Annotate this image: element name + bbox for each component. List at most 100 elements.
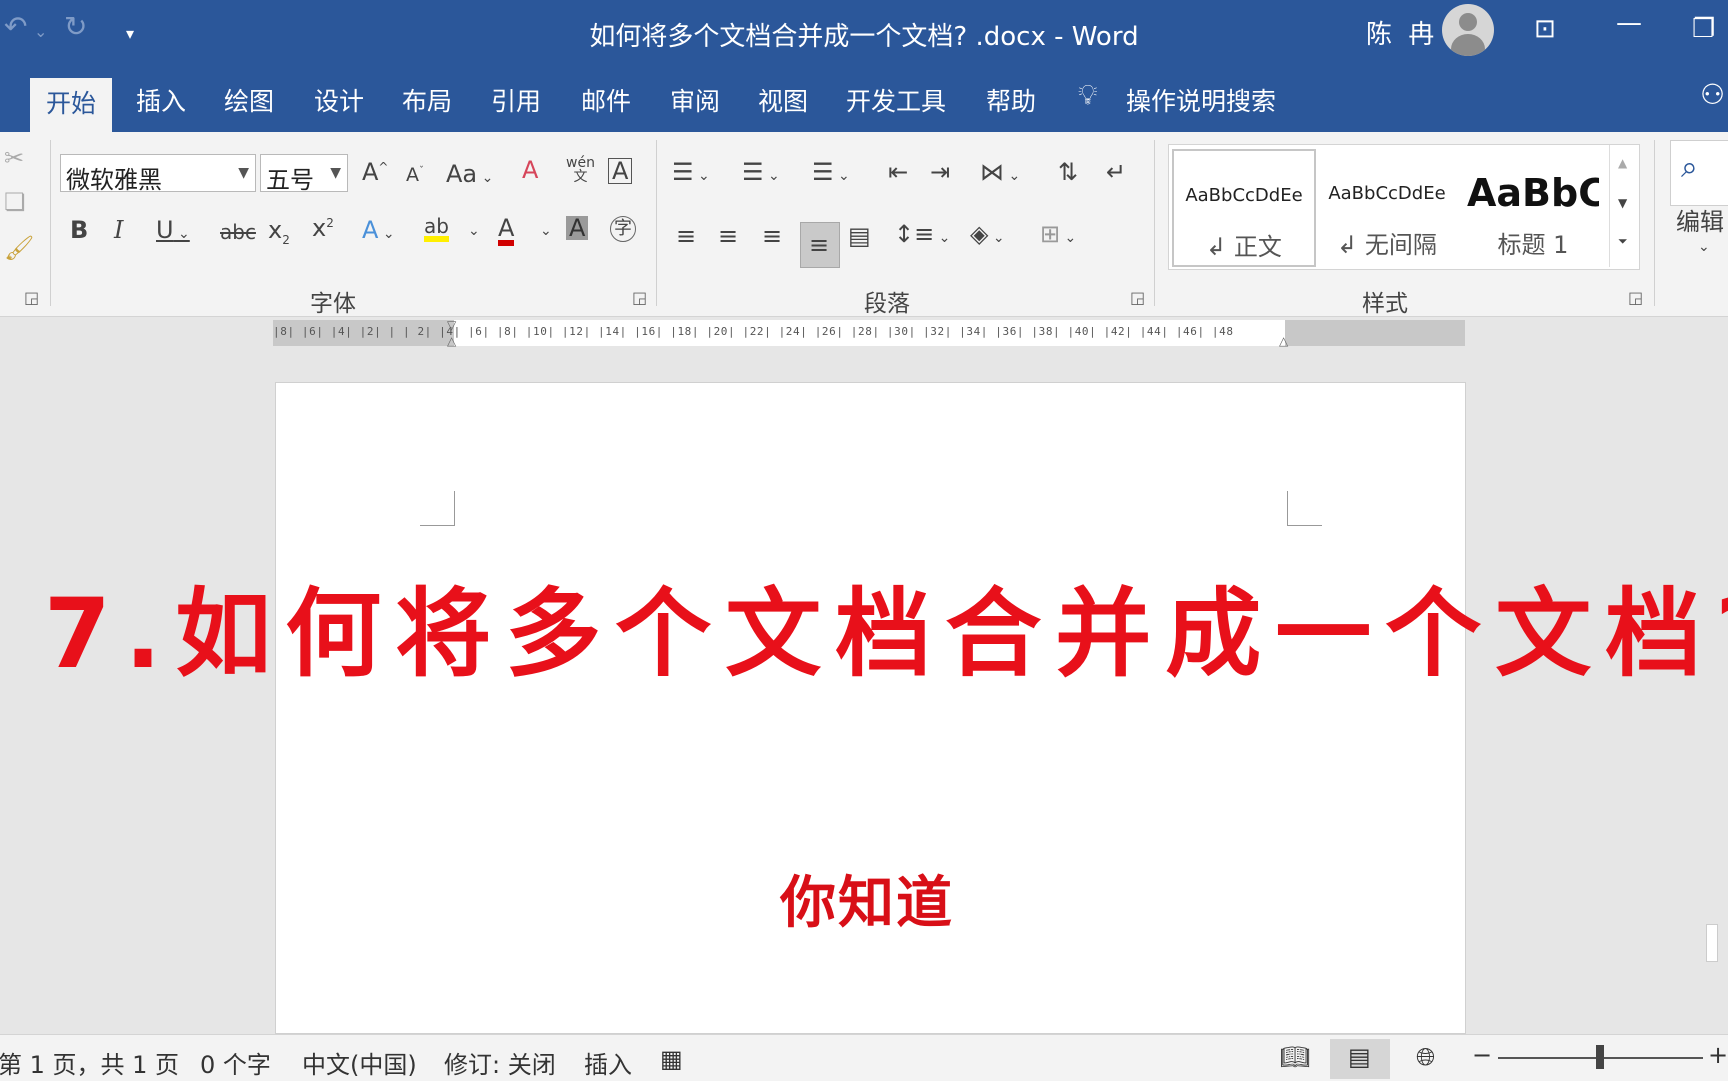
- show-formatting-marks-icon[interactable]: ↵: [1106, 160, 1126, 184]
- lightbulb-icon: 💡︎: [1078, 78, 1098, 111]
- borders-icon[interactable]: ⊞ ⌄: [1040, 222, 1076, 246]
- numbering-icon[interactable]: ☰ ⌄: [742, 160, 780, 184]
- enclose-characters-icon[interactable]: 字: [610, 216, 636, 242]
- font-launcher-icon[interactable]: ◲: [632, 288, 647, 307]
- character-border-icon[interactable]: A: [608, 158, 633, 184]
- style-sample: AaBbC: [1467, 171, 1599, 215]
- language-indicator[interactable]: 中文(中国): [302, 1045, 417, 1080]
- strikethrough-button[interactable]: abc: [220, 222, 256, 242]
- tab-view[interactable]: 视图: [758, 82, 808, 118]
- find-button[interactable]: ⌕: [1670, 140, 1728, 206]
- avatar[interactable]: [1442, 4, 1494, 56]
- align-left-icon[interactable]: ≡: [676, 224, 696, 248]
- horizontal-ruler[interactable]: |8| |6| |4| |2| | | 2| |4| |6| |8| |10| …: [273, 318, 1465, 348]
- gallery-scroll: ▲ ▼ ⏷: [1609, 145, 1638, 267]
- print-layout-button[interactable]: ▤: [1330, 1039, 1390, 1079]
- zoom-out-button[interactable]: −: [1472, 1041, 1492, 1069]
- tab-developer[interactable]: 开发工具: [846, 82, 946, 118]
- tab-home[interactable]: 开始: [30, 78, 113, 134]
- book-icon: 📖︎: [1280, 1043, 1311, 1071]
- chevron-down-icon[interactable]: ⌄: [540, 224, 552, 238]
- text-effects-icon[interactable]: A ⌄: [362, 218, 395, 242]
- editing-label[interactable]: 编辑: [1676, 210, 1724, 234]
- ribbon-display-options-icon[interactable]: ⊡: [1534, 14, 1556, 44]
- justify-icon: ≡: [809, 231, 830, 259]
- insert-mode[interactable]: 插入: [584, 1045, 632, 1080]
- bullets-icon[interactable]: ☰ ⌄: [672, 160, 710, 184]
- bold-button[interactable]: B: [70, 218, 88, 242]
- web-layout-button[interactable]: 🌐︎: [1398, 1039, 1458, 1079]
- shading-icon[interactable]: ◈ ⌄: [970, 222, 1005, 246]
- chinese-layout-icon[interactable]: ⋈ ⌄: [980, 160, 1020, 184]
- style-heading-1[interactable]: AaBbC 标题 1: [1463, 149, 1599, 263]
- subscript-button[interactable]: x2: [268, 218, 290, 246]
- font-size-value: 五号: [266, 166, 314, 194]
- line-spacing-icon[interactable]: ↕≡ ⌄: [894, 222, 950, 246]
- decrease-indent-icon[interactable]: ⇤: [888, 160, 908, 184]
- underline-button[interactable]: U ⌄: [156, 218, 190, 242]
- right-indent-marker[interactable]: △: [1279, 334, 1288, 348]
- tab-help[interactable]: 帮助: [986, 82, 1036, 118]
- page-count[interactable]: 第 1 页，共 1 页: [0, 1045, 179, 1080]
- styles-launcher-icon[interactable]: ◲: [1628, 288, 1643, 307]
- share-icon[interactable]: ⚇: [1700, 78, 1725, 111]
- multilevel-list-icon[interactable]: ☰ ⌄: [812, 160, 850, 184]
- chevron-down-icon[interactable]: ⌄: [468, 224, 480, 238]
- tab-mailings[interactable]: 邮件: [581, 82, 631, 118]
- justify-button[interactable]: ≡: [800, 222, 840, 268]
- hanging-indent-marker[interactable]: △: [447, 334, 456, 348]
- phonetic-guide-icon[interactable]: wén 文: [566, 156, 595, 184]
- font-color-icon[interactable]: A: [498, 216, 515, 246]
- macro-recording-icon[interactable]: ▦: [660, 1045, 683, 1073]
- increase-indent-icon[interactable]: ⇥: [930, 160, 950, 184]
- status-bar: 第 1 页，共 1 页 0 个字 中文(中国) 修订: 关闭 插入 ▦ 📖︎ ▤…: [0, 1034, 1728, 1081]
- copy-icon[interactable]: ❏: [4, 190, 26, 214]
- clear-formatting-icon[interactable]: A: [522, 158, 538, 182]
- align-right-icon[interactable]: ≡: [762, 224, 782, 248]
- minimize-button[interactable]: —: [1616, 8, 1642, 38]
- ribbon-tabs: 开始 插入 绘图 设计 布局 引用 邮件 审阅 视图 开发工具 帮助 💡︎ 操作…: [0, 64, 1728, 134]
- style-name: ↲ 无间隔: [1337, 231, 1437, 259]
- tab-review[interactable]: 审阅: [670, 82, 720, 118]
- scroll-handle[interactable]: [1706, 924, 1718, 962]
- gallery-more-icon[interactable]: ⏷: [1618, 235, 1628, 247]
- tab-references[interactable]: 引用: [491, 82, 541, 118]
- font-size-combo[interactable]: 五号 ▼: [260, 154, 348, 194]
- tab-design[interactable]: 设计: [314, 82, 364, 118]
- read-mode-button[interactable]: 📖︎: [1264, 1039, 1324, 1079]
- superscript-button[interactable]: x2: [312, 216, 334, 240]
- tab-insert[interactable]: 插入: [136, 82, 186, 118]
- chevron-down-icon[interactable]: ⌄: [1698, 240, 1710, 254]
- clipboard-launcher-icon[interactable]: ◲: [24, 288, 39, 307]
- paragraph-launcher-icon[interactable]: ◲: [1130, 288, 1145, 307]
- scroll-down-icon[interactable]: ▼: [1618, 197, 1627, 209]
- character-shading-icon[interactable]: A: [566, 216, 589, 240]
- format-painter-icon[interactable]: 🖌︎: [4, 236, 34, 260]
- italic-button[interactable]: I: [114, 218, 123, 242]
- style-no-spacing[interactable]: AaBbCcDdEe ↲ 无间隔: [1317, 149, 1457, 263]
- highlight-color-icon[interactable]: ab: [424, 216, 449, 242]
- font-name-combo[interactable]: 微软雅黑 ▼: [60, 154, 256, 194]
- align-center-icon[interactable]: ≡: [718, 224, 738, 248]
- scroll-up-icon[interactable]: ▲: [1618, 157, 1627, 169]
- sort-icon[interactable]: ⇅: [1058, 160, 1078, 184]
- track-changes-status[interactable]: 修订: 关闭: [444, 1045, 556, 1080]
- first-line-indent-marker[interactable]: ▽: [447, 318, 456, 332]
- distributed-icon[interactable]: ▤: [848, 224, 871, 248]
- grow-font-icon[interactable]: A^: [362, 160, 388, 184]
- shrink-font-icon[interactable]: Aˇ: [406, 166, 424, 185]
- chevron-down-icon: ▼: [330, 165, 341, 181]
- style-normal[interactable]: AaBbCcDdEe ↲ 正文: [1172, 149, 1316, 267]
- zoom-slider-thumb[interactable]: [1596, 1045, 1604, 1069]
- tab-layout[interactable]: 布局: [402, 82, 452, 118]
- tell-me-search[interactable]: 操作说明搜索: [1126, 82, 1276, 118]
- change-case-icon[interactable]: Aa ⌄: [446, 162, 493, 186]
- styles-group-label: 样式: [1362, 291, 1408, 317]
- cut-icon[interactable]: ✂: [4, 146, 24, 170]
- user-name[interactable]: 陈 冉: [1366, 14, 1438, 51]
- word-count[interactable]: 0 个字: [200, 1045, 271, 1080]
- restore-button[interactable]: ❐: [1692, 14, 1715, 44]
- print-layout-icon: ▤: [1348, 1043, 1371, 1071]
- zoom-in-button[interactable]: +: [1708, 1041, 1728, 1069]
- tab-draw[interactable]: 绘图: [224, 82, 274, 118]
